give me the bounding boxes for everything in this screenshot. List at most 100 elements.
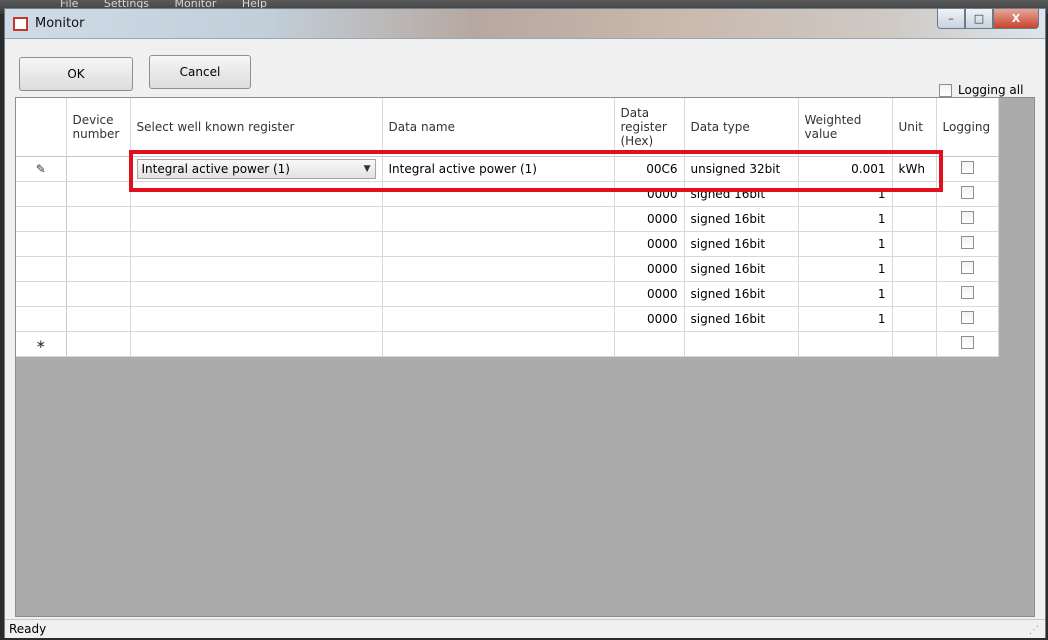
weighted-value-cell[interactable]: 1: [798, 256, 893, 282]
col-header-unit[interactable]: Unit: [892, 98, 937, 157]
table-row[interactable]: ✎ Integral active power (1) ▼ Integral a…: [16, 156, 999, 182]
logging-checkbox[interactable]: [960, 185, 974, 199]
new-row[interactable]: ∗: [16, 331, 999, 357]
data-type-cell[interactable]: signed 16bit: [684, 206, 799, 232]
data-name-cell[interactable]: Integral active power (1): [382, 156, 615, 182]
logging-checkbox[interactable]: [960, 285, 974, 299]
table-row[interactable]: 0000 signed 16bit 1: [16, 256, 999, 282]
col-header-weighted-value[interactable]: Weighted value: [798, 98, 893, 157]
data-register-cell[interactable]: 0000: [614, 256, 685, 282]
weighted-value-cell[interactable]: 1: [798, 206, 893, 232]
data-type-cell[interactable]: signed 16bit: [684, 256, 799, 282]
logging-cell[interactable]: [936, 156, 999, 182]
unit-cell[interactable]: [892, 281, 937, 307]
minimize-button[interactable]: –: [937, 9, 965, 29]
table-row[interactable]: 0000 signed 16bit 1: [16, 306, 999, 332]
maximize-button[interactable]: □: [965, 9, 993, 29]
register-select-cell[interactable]: [130, 231, 383, 257]
data-register-cell[interactable]: 0000: [614, 206, 685, 232]
unit-cell[interactable]: [892, 181, 937, 207]
logging-checkbox[interactable]: [960, 310, 974, 324]
weighted-value-cell[interactable]: [798, 331, 893, 357]
logging-checkbox[interactable]: [960, 235, 974, 249]
col-header-logging[interactable]: Logging: [936, 98, 999, 157]
row-marker[interactable]: [16, 181, 67, 207]
device-number-cell[interactable]: [66, 156, 131, 182]
logging-cell[interactable]: [936, 206, 999, 232]
register-select-cell[interactable]: Integral active power (1) ▼: [130, 156, 383, 182]
weighted-value-cell[interactable]: 0.001: [798, 156, 893, 182]
title-bar[interactable]: Monitor – □ X: [5, 9, 1045, 39]
data-name-cell[interactable]: [382, 231, 615, 257]
logging-checkbox[interactable]: [960, 260, 974, 274]
row-marker[interactable]: [16, 306, 67, 332]
weighted-value-cell[interactable]: 1: [798, 181, 893, 207]
row-marker[interactable]: [16, 256, 67, 282]
unit-cell[interactable]: [892, 306, 937, 332]
data-register-cell[interactable]: 0000: [614, 281, 685, 307]
logging-cell[interactable]: [936, 231, 999, 257]
register-select-cell[interactable]: [130, 206, 383, 232]
register-select-cell[interactable]: [130, 331, 383, 357]
unit-cell[interactable]: [892, 206, 937, 232]
unit-cell[interactable]: kWh: [892, 156, 937, 182]
device-number-cell[interactable]: [66, 256, 131, 282]
data-register-cell[interactable]: 0000: [614, 231, 685, 257]
col-header-device-number[interactable]: Device number: [66, 98, 131, 157]
weighted-value-cell[interactable]: 1: [798, 281, 893, 307]
table-row[interactable]: 0000 signed 16bit 1: [16, 231, 999, 257]
logging-cell[interactable]: [936, 181, 999, 207]
data-name-cell[interactable]: [382, 306, 615, 332]
col-header-data-type[interactable]: Data type: [684, 98, 799, 157]
table-row[interactable]: 0000 signed 16bit 1: [16, 181, 999, 207]
register-select-cell[interactable]: [130, 306, 383, 332]
device-number-cell[interactable]: [66, 281, 131, 307]
row-marker[interactable]: [16, 206, 67, 232]
col-header-register-select[interactable]: Select well known register: [130, 98, 383, 157]
unit-cell[interactable]: [892, 331, 937, 357]
cancel-button[interactable]: Cancel: [149, 55, 251, 89]
data-name-cell[interactable]: [382, 206, 615, 232]
data-register-cell[interactable]: [614, 331, 685, 357]
logging-checkbox[interactable]: [960, 210, 974, 224]
row-marker[interactable]: [16, 231, 67, 257]
data-register-cell[interactable]: 0000: [614, 306, 685, 332]
data-register-cell[interactable]: 0000: [614, 181, 685, 207]
data-register-cell[interactable]: 00C6: [614, 156, 685, 182]
weighted-value-cell[interactable]: 1: [798, 231, 893, 257]
table-row[interactable]: 0000 signed 16bit 1: [16, 206, 999, 232]
logging-checkbox[interactable]: [960, 335, 974, 349]
device-number-cell[interactable]: [66, 181, 131, 207]
data-type-cell[interactable]: signed 16bit: [684, 181, 799, 207]
device-number-cell[interactable]: [66, 331, 131, 357]
data-name-cell[interactable]: [382, 281, 615, 307]
logging-cell[interactable]: [936, 256, 999, 282]
logging-cell[interactable]: [936, 306, 999, 332]
resize-grip-icon[interactable]: ⋰: [1029, 622, 1039, 640]
col-header-data-register[interactable]: Data register (Hex): [614, 98, 685, 157]
logging-cell[interactable]: [936, 281, 999, 307]
data-type-cell[interactable]: signed 16bit: [684, 281, 799, 307]
chevron-down-icon[interactable]: ▼: [364, 164, 371, 174]
row-marker[interactable]: [16, 281, 67, 307]
weighted-value-cell[interactable]: 1: [798, 306, 893, 332]
unit-cell[interactable]: [892, 231, 937, 257]
register-select-cell[interactable]: [130, 281, 383, 307]
register-select-cell[interactable]: [130, 256, 383, 282]
data-type-cell[interactable]: unsigned 32bit: [684, 156, 799, 182]
data-type-cell[interactable]: signed 16bit: [684, 306, 799, 332]
logging-cell[interactable]: [936, 331, 999, 357]
device-number-cell[interactable]: [66, 306, 131, 332]
new-row-asterisk-icon[interactable]: ∗: [16, 331, 67, 357]
data-name-cell[interactable]: [382, 256, 615, 282]
data-type-cell[interactable]: [684, 331, 799, 357]
ok-button[interactable]: OK: [19, 57, 133, 91]
col-header-data-name[interactable]: Data name: [382, 98, 615, 157]
logging-all-checkbox[interactable]: [939, 83, 952, 97]
data-name-cell[interactable]: [382, 181, 615, 207]
table-row[interactable]: 0000 signed 16bit 1: [16, 281, 999, 307]
unit-cell[interactable]: [892, 256, 937, 282]
logging-checkbox[interactable]: [960, 160, 974, 174]
data-type-cell[interactable]: signed 16bit: [684, 231, 799, 257]
row-marker-edit-icon[interactable]: ✎: [16, 156, 67, 182]
